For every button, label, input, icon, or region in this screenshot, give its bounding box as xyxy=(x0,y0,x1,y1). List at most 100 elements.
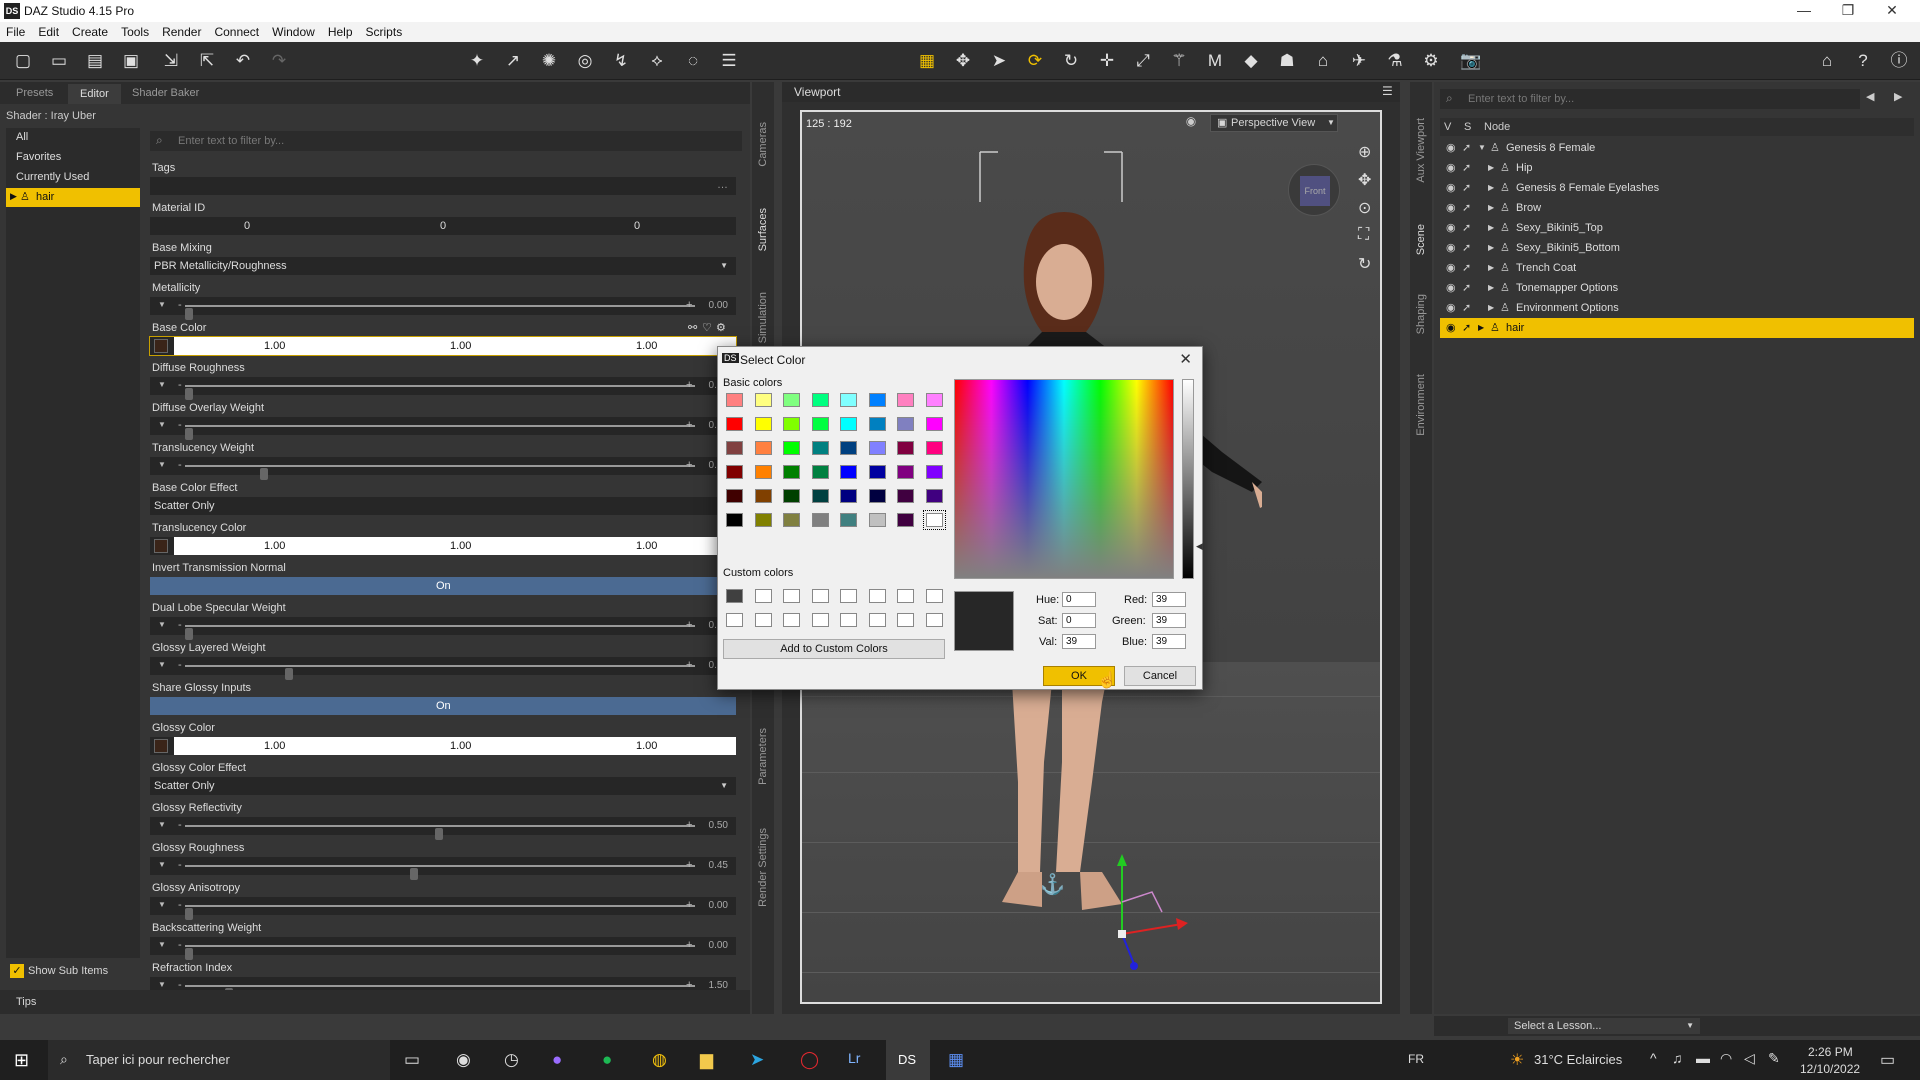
property-value[interactable]: 0.50 xyxy=(709,820,728,831)
select-cursor-icon[interactable]: ➚ xyxy=(1462,201,1471,214)
material-id-value[interactable]: 0 xyxy=(440,220,446,232)
orbit-camera-icon[interactable]: ⊕ xyxy=(1358,142,1371,162)
daz-studio-taskbar-icon[interactable]: DS xyxy=(886,1040,930,1080)
color-channel-value[interactable]: 1.00 xyxy=(636,340,657,352)
chevron-down-icon[interactable]: ▼ xyxy=(158,820,166,829)
property-slider-knob[interactable] xyxy=(185,428,193,440)
scene-node[interactable]: ◉ ➚ ▶ ♙ Genesis 8 Female Eyelashes xyxy=(1440,178,1914,198)
task-view-icon[interactable]: ▭ xyxy=(404,1050,420,1070)
select-cursor-icon[interactable]: ➚ xyxy=(1462,321,1471,334)
custom-color-swatch[interactable] xyxy=(726,589,743,603)
menu-tools[interactable]: Tools xyxy=(121,25,149,39)
basic-color-swatch[interactable] xyxy=(726,513,743,527)
chevron-down-icon[interactable]: ▼ xyxy=(158,900,166,909)
select-cursor-icon[interactable]: ➚ xyxy=(1462,241,1471,254)
blue-input[interactable]: 39 xyxy=(1152,634,1186,649)
plus-icon[interactable]: + xyxy=(686,659,692,671)
property-control[interactable]: 0 0 0 xyxy=(150,217,736,235)
geometry-editor-icon[interactable]: ☗ xyxy=(1276,50,1298,72)
tab-parameters[interactable]: Parameters xyxy=(757,728,769,785)
menu-lines-icon[interactable]: ☰ xyxy=(718,50,740,72)
color-channel-value[interactable]: 1.00 xyxy=(450,540,471,552)
basic-color-swatch[interactable] xyxy=(754,417,772,431)
custom-color-swatch[interactable] xyxy=(783,589,800,603)
menu-file[interactable]: File xyxy=(6,25,25,39)
select-cursor-icon[interactable]: ➚ xyxy=(1462,161,1471,174)
color-channel-value[interactable]: 1.00 xyxy=(264,340,285,352)
select-cursor-icon[interactable]: ➚ xyxy=(1462,261,1471,274)
property-control[interactable]: ▼-+0.15 xyxy=(150,457,736,480)
material-id-value[interactable]: 0 xyxy=(244,220,250,232)
export-icon[interactable]: ⇱ xyxy=(196,50,218,72)
eye-icon[interactable]: ◉ xyxy=(1446,161,1456,174)
minus-icon[interactable]: - xyxy=(178,899,182,911)
tab-surfaces[interactable]: Surfaces xyxy=(757,208,769,251)
property-control[interactable]: PBR Metallicity/Roughness ▼ xyxy=(150,257,736,275)
basic-color-swatch[interactable] xyxy=(897,465,914,479)
zoom-camera-icon[interactable]: ⊙ xyxy=(1358,198,1371,218)
scene-node[interactable]: ◉ ➚ ▶ ♙ Sexy_Bikini5_Bottom xyxy=(1440,238,1914,258)
opera-icon[interactable]: ◯ xyxy=(800,1050,819,1070)
color-channel-value[interactable]: 1.00 xyxy=(636,540,657,552)
property-slider-track[interactable] xyxy=(185,865,695,880)
basic-color-swatch[interactable] xyxy=(840,393,857,407)
color-values[interactable]: 1.00 1.00 1.00 xyxy=(174,337,736,355)
column-node[interactable]: Node xyxy=(1484,121,1510,133)
menu-render[interactable]: Render xyxy=(162,25,201,39)
toggle-on-bar[interactable]: On xyxy=(150,577,736,595)
property-slider-knob[interactable] xyxy=(185,628,193,640)
menu-connect[interactable]: Connect xyxy=(214,25,259,39)
shape-tool-icon[interactable]: ◆ xyxy=(1240,50,1262,72)
cancel-button[interactable]: Cancel xyxy=(1124,666,1196,686)
plus-icon[interactable]: + xyxy=(686,459,692,471)
lesson-select[interactable]: Select a Lesson... ▼ xyxy=(1508,1018,1700,1034)
gear-icon[interactable]: ⚙ xyxy=(716,321,726,334)
expand-arrow-icon[interactable]: ▶ xyxy=(1488,283,1494,292)
basic-color-swatch[interactable] xyxy=(783,465,800,479)
more-icon[interactable]: … xyxy=(717,179,728,191)
chevron-down-icon[interactable]: ▼ xyxy=(158,860,166,869)
save-icon[interactable]: ▣ xyxy=(120,50,142,72)
basic-color-swatch[interactable] xyxy=(840,465,857,479)
clock-date[interactable]: 12/10/2022 xyxy=(1800,1062,1860,1076)
color-swatch[interactable] xyxy=(154,739,168,753)
property-value[interactable]: 0.00 xyxy=(709,300,728,311)
category-currently-used[interactable]: Currently Used xyxy=(6,168,140,187)
chevron-down-icon[interactable]: ▼ xyxy=(720,781,728,790)
basic-color-swatch[interactable] xyxy=(754,513,772,527)
property-slider-track[interactable] xyxy=(185,385,695,400)
minus-icon[interactable]: - xyxy=(178,819,182,831)
eye-icon[interactable]: ◉ xyxy=(1446,301,1456,314)
figure-tool-icon[interactable]: ✦ xyxy=(466,50,488,72)
basic-color-swatch[interactable] xyxy=(783,513,800,527)
weather-text[interactable]: 31°C Eclaircies xyxy=(1534,1052,1622,1067)
basic-color-swatch[interactable] xyxy=(783,441,800,455)
property-control[interactable]: ▼-+0.00 xyxy=(150,377,736,400)
property-control[interactable]: ▼-+0.00 xyxy=(150,897,736,920)
property-control[interactable]: ▼-+0.20 xyxy=(150,657,736,680)
custom-color-swatch[interactable] xyxy=(754,589,772,603)
camera-tool-icon[interactable]: ⌂ xyxy=(1312,50,1334,72)
eye-icon[interactable]: ◉ xyxy=(1446,261,1456,274)
tab-shader-baker[interactable]: Shader Baker xyxy=(132,87,199,99)
rotate-tool-icon[interactable]: ↻ xyxy=(1060,50,1082,72)
custom-color-swatch[interactable] xyxy=(783,613,800,627)
color-values[interactable]: 1.00 1.00 1.00 xyxy=(174,737,736,755)
spotify-icon[interactable]: ● xyxy=(602,1050,612,1070)
minus-icon[interactable]: - xyxy=(178,619,182,631)
basic-color-swatch[interactable] xyxy=(840,441,857,455)
plus-icon[interactable]: + xyxy=(686,379,692,391)
plus-icon[interactable]: + xyxy=(686,819,692,831)
basic-color-swatch[interactable] xyxy=(811,441,829,455)
property-control[interactable]: … xyxy=(150,177,736,195)
property-control[interactable]: Scatter Only▼ xyxy=(150,497,736,515)
property-value[interactable]: 0.00 xyxy=(709,940,728,951)
plus-icon[interactable]: + xyxy=(686,899,692,911)
eye-icon[interactable]: ◉ xyxy=(1446,221,1456,234)
scene-node[interactable]: ◉ ➚ ▶ ♙ Brow xyxy=(1440,198,1914,218)
basic-color-swatch[interactable] xyxy=(897,393,914,407)
plus-icon[interactable]: + xyxy=(686,939,692,951)
joint-tool-icon[interactable]: ↗ xyxy=(502,50,524,72)
select-cursor-icon[interactable]: ➚ xyxy=(1462,181,1471,194)
tab-presets[interactable]: Presets xyxy=(16,87,53,99)
